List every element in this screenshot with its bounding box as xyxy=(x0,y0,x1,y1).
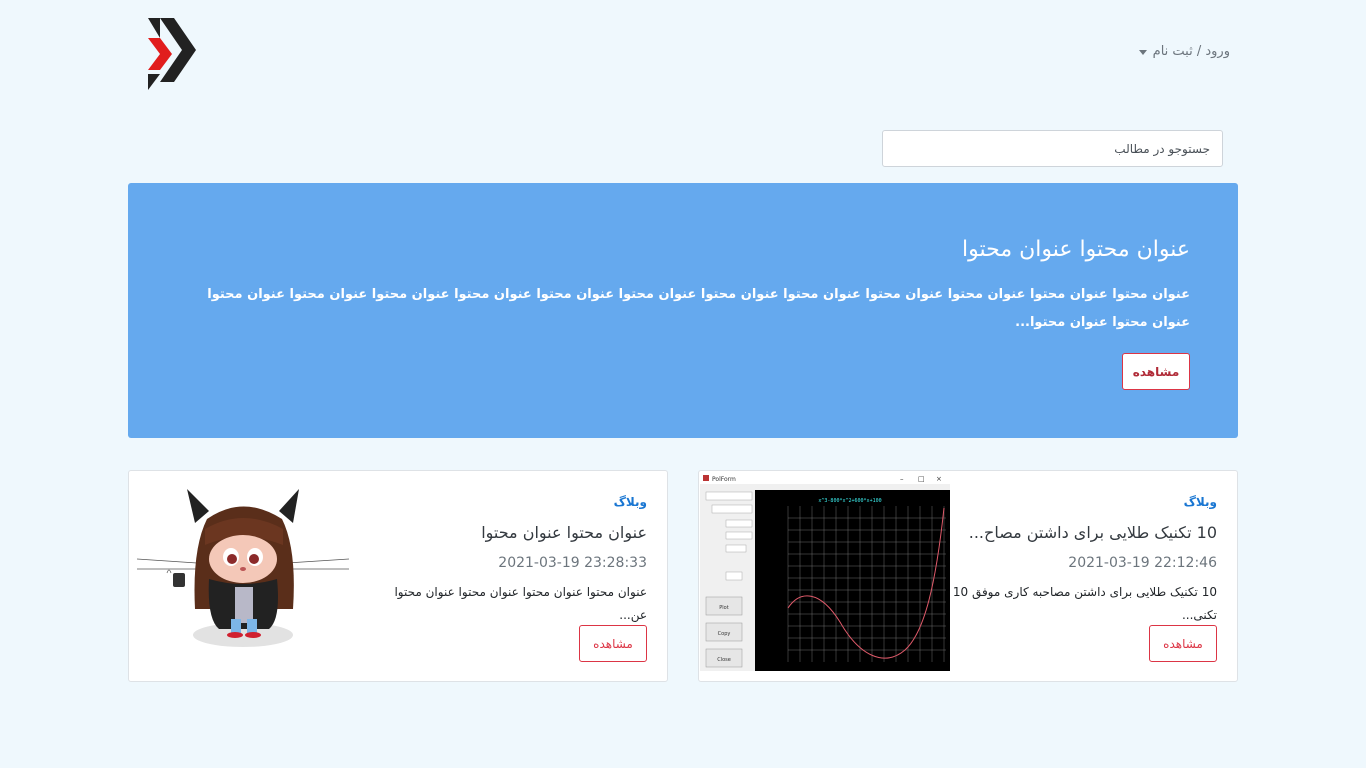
laptop xyxy=(235,587,253,623)
logo-bottom-shard xyxy=(148,74,160,90)
hero-excerpt: عنوان محتوا عنوان محتوا عنوان محتوا عنوا… xyxy=(207,287,1190,330)
caret-down-icon xyxy=(1138,50,1147,55)
hero-title: عنوان محتوا عنوان محتوا xyxy=(962,237,1190,262)
post-thumbnail-plot[interactable]: PolForm – □ × Plot Copy Close x^3-800*x^… xyxy=(700,472,950,671)
hero-banner: عنوان محتوا عنوان محتوا عنوان محتوا عنوا… xyxy=(128,183,1238,438)
brand-logo[interactable] xyxy=(146,16,198,90)
post-category-link[interactable]: وبلاگ xyxy=(1184,495,1217,509)
post-card-body: وبلاگ عنوان محتوا عنوان محتوا 2021-03-19… xyxy=(377,471,647,681)
left-eye xyxy=(227,554,237,564)
copy-button-label: Copy xyxy=(718,631,731,637)
window-minimize-icon: – xyxy=(900,475,904,483)
left-ear xyxy=(187,489,209,523)
face xyxy=(209,535,277,583)
post-card: وبلاگ عنوان محتوا عنوان محتوا 2021-03-19… xyxy=(128,470,668,682)
plot-area xyxy=(755,490,950,671)
post-view-button[interactable]: مشاهده xyxy=(579,625,647,662)
post-excerpt: عنوان محتوا عنوان محتوا عنوان محتوا عنوا… xyxy=(394,585,647,622)
post-title[interactable]: 10 تکنیک طلایی برای داشتن مصاح... xyxy=(947,523,1217,542)
right-eye xyxy=(249,554,259,564)
plot-formula: x^3-800*x^2+600*x+100 xyxy=(818,498,881,504)
post-card: PolForm – □ × Plot Copy Close x^3-800*x^… xyxy=(698,470,1238,682)
right-ear xyxy=(279,489,299,523)
window-title: PolForm xyxy=(712,476,736,483)
hero-view-button[interactable]: مشاهده xyxy=(1122,353,1190,390)
auth-dropdown[interactable]: ورود / ثبت نام xyxy=(1138,44,1230,59)
coffee-cup-icon xyxy=(173,573,185,587)
octocat-illustration[interactable] xyxy=(137,489,351,649)
window-app-icon xyxy=(703,475,709,481)
logo-top-shard xyxy=(148,18,160,38)
post-category-link[interactable]: وبلاگ xyxy=(614,495,647,509)
close-button-label: Close xyxy=(717,657,731,663)
auth-label: ورود / ثبت نام xyxy=(1152,44,1230,59)
post-title[interactable]: عنوان محتوا عنوان محتوا xyxy=(377,523,647,542)
post-excerpt: 10 تکنیک طلایی برای داشتن مصاحبه کاری مو… xyxy=(952,585,1217,622)
logo-red-chevron xyxy=(148,38,172,70)
search-input[interactable] xyxy=(882,130,1223,167)
window-close-icon: × xyxy=(936,475,942,483)
post-card-body: وبلاگ 10 تکنیک طلایی برای داشتن مصاح... … xyxy=(947,471,1217,681)
post-date: 2021-03-19 22:12:46 xyxy=(1068,555,1217,571)
plot-button-label: Plot xyxy=(719,605,728,611)
window-maximize-icon: □ xyxy=(918,475,925,483)
post-view-button[interactable]: مشاهده xyxy=(1149,625,1217,662)
post-date: 2021-03-19 23:28:33 xyxy=(498,555,647,571)
